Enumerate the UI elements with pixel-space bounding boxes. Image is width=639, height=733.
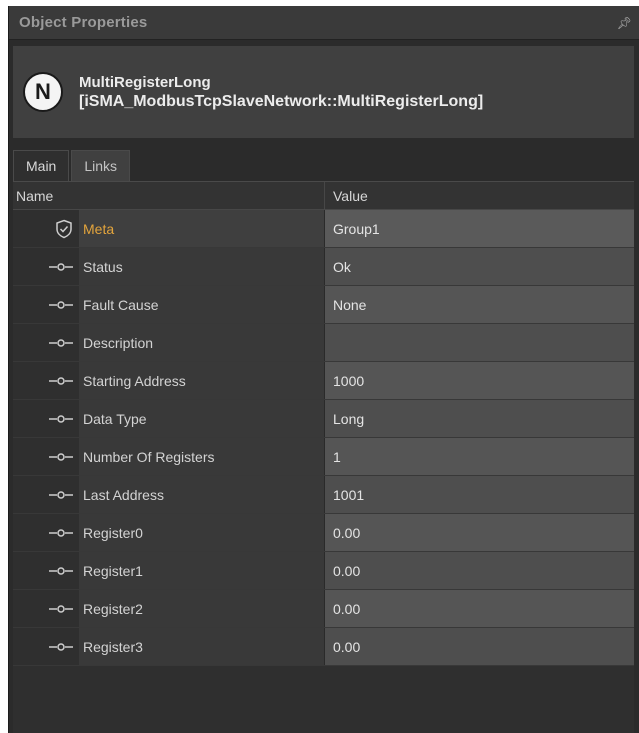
property-name[interactable]: Register1: [79, 552, 325, 589]
grid-header: Name Value: [13, 182, 634, 210]
property-row[interactable]: Register1 0.00: [13, 552, 634, 590]
property-name[interactable]: Fault Cause: [79, 286, 325, 323]
tab-main[interactable]: Main: [13, 150, 70, 181]
property-name[interactable]: Register3: [79, 628, 325, 665]
row-icon-cell: [13, 514, 79, 551]
row-icon-cell: [13, 628, 79, 665]
property-row[interactable]: Status Ok: [13, 248, 634, 286]
property-name[interactable]: Register0: [79, 514, 325, 551]
shield-icon: [55, 219, 73, 239]
property-row[interactable]: Description: [13, 324, 634, 362]
property-name[interactable]: Status: [79, 248, 325, 285]
object-name: MultiRegisterLong: [79, 73, 211, 91]
property-name[interactable]: Starting Address: [79, 362, 325, 399]
property-row[interactable]: Register3 0.00: [13, 628, 634, 666]
row-icon-cell: [13, 324, 79, 361]
slot-icon: [49, 528, 73, 538]
property-value[interactable]: None: [325, 286, 634, 323]
property-value[interactable]: 0.00: [325, 628, 634, 665]
property-row[interactable]: Meta Group1: [13, 210, 634, 248]
property-value[interactable]: [325, 324, 634, 361]
object-type: [iSMA_ModbusTcpSlaveNetwork::MultiRegist…: [79, 92, 484, 110]
property-value[interactable]: Group1: [325, 210, 634, 247]
node-icon: N: [23, 72, 63, 112]
property-row[interactable]: Data Type Long: [13, 400, 634, 438]
tab-bar: Main Links: [13, 150, 639, 181]
slot-icon: [49, 490, 73, 500]
property-value[interactable]: Long: [325, 400, 634, 437]
row-icon-cell: [13, 400, 79, 437]
property-name[interactable]: Meta: [79, 210, 325, 247]
row-icon-cell: [13, 552, 79, 589]
row-icon-cell: [13, 362, 79, 399]
property-row[interactable]: Number Of Registers 1: [13, 438, 634, 476]
column-header-name[interactable]: Name: [13, 182, 325, 209]
row-icon-cell: [13, 286, 79, 323]
slot-icon: [49, 604, 73, 614]
property-value[interactable]: 1001: [325, 476, 634, 513]
object-header-text: MultiRegisterLong [iSMA_ModbusTcpSlaveNe…: [79, 74, 483, 111]
property-value[interactable]: 0.00: [325, 552, 634, 589]
slot-icon: [49, 300, 73, 310]
slot-icon: [49, 376, 73, 386]
slot-icon: [49, 262, 73, 272]
property-row[interactable]: Last Address 1001: [13, 476, 634, 514]
property-value[interactable]: 0.00: [325, 590, 634, 627]
object-header: N MultiRegisterLong [iSMA_ModbusTcpSlave…: [13, 46, 634, 138]
row-icon-cell: [13, 438, 79, 475]
property-row[interactable]: Register0 0.00: [13, 514, 634, 552]
property-value[interactable]: 1000: [325, 362, 634, 399]
property-value[interactable]: Ok: [325, 248, 634, 285]
slot-icon: [49, 642, 73, 652]
property-row[interactable]: Register2 0.00: [13, 590, 634, 628]
row-icon-cell: [13, 248, 79, 285]
property-name[interactable]: Last Address: [79, 476, 325, 513]
property-name[interactable]: Number Of Registers: [79, 438, 325, 475]
property-grid: Name Value Meta Group1 Status Ok Fault Cause…: [13, 181, 634, 733]
row-icon-cell: [13, 476, 79, 513]
property-row[interactable]: Fault Cause None: [13, 286, 634, 324]
property-value[interactable]: 1: [325, 438, 634, 475]
slot-icon: [49, 566, 73, 576]
slot-icon: [49, 414, 73, 424]
property-name[interactable]: Description: [79, 324, 325, 361]
property-name[interactable]: Register2: [79, 590, 325, 627]
property-name[interactable]: Data Type: [79, 400, 325, 437]
object-properties-panel: Object Properties 📌︎ N MultiRegisterLong…: [8, 6, 639, 733]
pin-icon[interactable]: 📌︎: [617, 17, 632, 29]
slot-icon: [49, 338, 73, 348]
row-icon-cell: [13, 210, 79, 247]
row-icon-cell: [13, 590, 79, 627]
grid-rows: Meta Group1 Status Ok Fault Cause None Descrip…: [13, 210, 634, 666]
property-value[interactable]: 0.00: [325, 514, 634, 551]
slot-icon: [49, 452, 73, 462]
column-header-value[interactable]: Value: [325, 182, 634, 209]
tab-links[interactable]: Links: [71, 150, 131, 181]
panel-titlebar: Object Properties 📌︎: [9, 6, 639, 40]
panel-title: Object Properties: [19, 14, 148, 31]
property-row[interactable]: Starting Address 1000: [13, 362, 634, 400]
